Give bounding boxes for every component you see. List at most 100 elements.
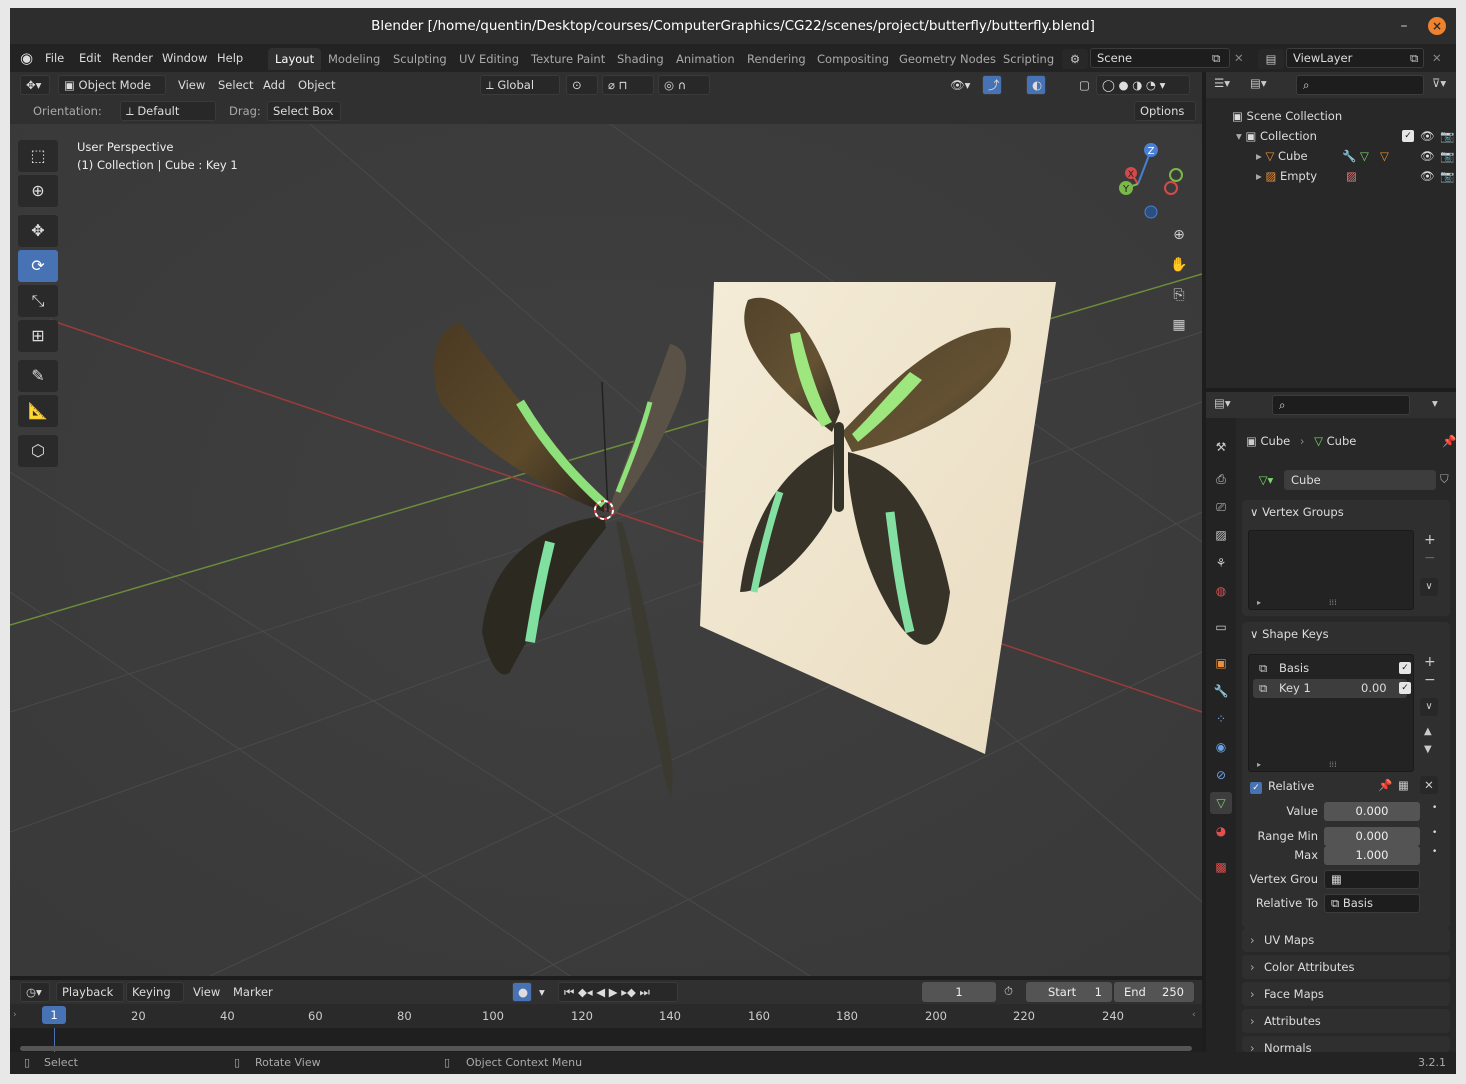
transform-orientation-dropdown[interactable]: ⟂ Global: [480, 75, 560, 95]
material-icon[interactable]: ▽: [1380, 146, 1389, 166]
material-tab-icon[interactable]: ◕: [1210, 820, 1232, 842]
playback-controls[interactable]: ⏮ ◆◂ ◀ ▶ ▸◆ ⏭: [558, 982, 678, 1002]
menu-add[interactable]: Add: [258, 75, 290, 95]
constraints-tab-icon[interactable]: ⊘: [1210, 764, 1232, 786]
scene-tab-icon[interactable]: ⚘: [1210, 552, 1232, 574]
normals-panel[interactable]: › Normals: [1242, 1036, 1450, 1055]
shape-list-resize-icon[interactable]: ⁞⁞⁞: [1329, 760, 1337, 769]
world-tab-icon[interactable]: ◍: [1210, 580, 1232, 602]
shading-modes[interactable]: ◯ ● ◑ ◔ ▾: [1096, 75, 1190, 95]
outliner-row-collection[interactable]: ▾ ▣ Collection ✓ 👁 📷: [1206, 126, 1456, 146]
vertex-group-specials-icon[interactable]: ∨: [1420, 578, 1438, 596]
outliner-row-empty[interactable]: ▸ ▨ Empty ▨ 👁 📷: [1206, 166, 1456, 186]
navigation-gizmo[interactable]: Z X Y: [1116, 140, 1186, 220]
edit-mode-icon[interactable]: ▦: [1398, 778, 1409, 792]
mode-dropdown[interactable]: ▣ Object Mode: [58, 75, 166, 95]
texture-tab-icon[interactable]: ▩: [1210, 856, 1232, 878]
overlay-toggle-icon[interactable]: ◐: [1026, 75, 1046, 95]
shape-list-expand-icon[interactable]: ▸: [1257, 760, 1261, 769]
viewlayer-selector-icon[interactable]: ▤: [1258, 49, 1284, 69]
scene-name-field[interactable]: Scene: [1090, 48, 1230, 68]
preview-range-icon[interactable]: ⏱: [1004, 984, 1013, 999]
playhead[interactable]: 1: [42, 1006, 66, 1024]
menu-help[interactable]: Help: [217, 51, 243, 65]
tab-shading[interactable]: Shading: [610, 48, 671, 70]
delete-scene-icon[interactable]: ✕: [1234, 51, 1244, 65]
timeline-track-area[interactable]: [10, 1028, 1202, 1052]
zoom-icon[interactable]: ⊕: [1166, 222, 1192, 248]
add-shape-key-icon[interactable]: +: [1424, 654, 1436, 670]
mesh-browse-icon[interactable]: ▽▾: [1250, 470, 1282, 490]
collection-exclude-checkbox[interactable]: ✓: [1402, 130, 1414, 142]
keying-menu[interactable]: Keying: [126, 982, 184, 1002]
frame-ruler[interactable]: › 1 20 40 60 80 100 120 140 160 180 200 …: [10, 1004, 1202, 1028]
start-frame-field[interactable]: Start 1: [1026, 982, 1112, 1002]
shape-key-key1[interactable]: ⧉ Key 1 0.00 ✓: [1253, 679, 1411, 698]
value-keyframe-icon[interactable]: •: [1432, 803, 1437, 813]
auto-keying-icon[interactable]: ●: [512, 982, 532, 1002]
shape-keys-list[interactable]: ⧉ Basis ✓ ⧉ Key 1 0.00 ✓ ▸ ⁞⁞⁞: [1248, 654, 1414, 772]
max-keyframe-icon[interactable]: •: [1432, 847, 1437, 857]
menu-file[interactable]: File: [45, 51, 64, 65]
timeline-editor-icon[interactable]: ◷▾: [20, 982, 50, 1002]
properties-options-icon[interactable]: ▾: [1432, 396, 1438, 410]
menu-view[interactable]: View: [173, 75, 210, 95]
viewlayer-name-field[interactable]: ViewLayer: [1286, 48, 1424, 68]
playback-menu[interactable]: Playback: [56, 982, 124, 1002]
properties-search-icon[interactable]: ⌕: [1272, 395, 1410, 415]
gizmo-toggle-icon[interactable]: ⤴: [982, 75, 1002, 95]
camera-view-icon[interactable]: ⎘: [1166, 282, 1192, 308]
timeline-scrollbar[interactable]: [20, 1046, 1192, 1051]
ruler-right-arrow-icon[interactable]: ‹: [1192, 1010, 1196, 1020]
move-down-icon[interactable]: ▼: [1424, 744, 1432, 755]
shape-keys-header[interactable]: ∨ Shape Keys: [1250, 622, 1329, 646]
new-scene-icon[interactable]: ⧉: [1212, 51, 1220, 66]
collection-render-icon[interactable]: 📷: [1440, 126, 1454, 146]
modifier-icon[interactable]: 🔧: [1342, 146, 1356, 166]
tab-sculpting[interactable]: Sculpting: [386, 48, 454, 70]
empty-render-icon[interactable]: 📷: [1440, 166, 1454, 186]
pin-icon[interactable]: 📌: [1442, 434, 1456, 448]
attributes-panel[interactable]: › Attributes: [1242, 1009, 1450, 1033]
mesh-name-field[interactable]: Cube: [1284, 470, 1436, 490]
add-cube-tool-icon[interactable]: ⬡: [18, 435, 58, 467]
editor-type-icon[interactable]: ✥▾: [20, 75, 50, 95]
orientation-dropdown[interactable]: ⟂ Default: [120, 101, 216, 121]
snap-icon[interactable]: ⌀ ⊓: [602, 75, 654, 95]
menu-edit[interactable]: Edit: [79, 51, 101, 65]
max-field[interactable]: 1.000: [1324, 846, 1420, 865]
shape-key-basis[interactable]: ⧉ Basis ✓: [1253, 659, 1411, 678]
scene-selector-icon[interactable]: ⚙: [1062, 49, 1088, 69]
menu-render[interactable]: Render: [112, 51, 153, 65]
fake-user-icon[interactable]: ⛉: [1440, 472, 1449, 487]
annotate-tool-icon[interactable]: ✎: [18, 360, 58, 392]
marker-menu[interactable]: Marker: [228, 982, 278, 1002]
current-frame-field[interactable]: 1: [922, 982, 996, 1002]
pivot-point-icon[interactable]: ⊙: [566, 75, 598, 95]
outliner-search-icon[interactable]: ⌕: [1296, 75, 1424, 95]
move-tool-icon[interactable]: ✥: [18, 215, 58, 247]
range-min-field[interactable]: 0.000: [1324, 827, 1420, 846]
particles-tab-icon[interactable]: ⁘: [1210, 708, 1232, 730]
outliner-row-cube[interactable]: ▸ ▽ Cube 🔧 ▽ ▽ 👁 📷: [1206, 146, 1456, 166]
display-mode-icon[interactable]: ▤▾: [1250, 76, 1267, 90]
shape-key-pin-icon[interactable]: 📌: [1378, 778, 1392, 792]
select-box-tool-icon[interactable]: ⬚: [18, 140, 58, 172]
object-tab-icon[interactable]: ▣: [1210, 652, 1232, 674]
close-icon[interactable]: ×: [1428, 17, 1446, 35]
range-min-keyframe-icon[interactable]: •: [1432, 828, 1437, 838]
proportional-edit-icon[interactable]: ◎ ∩: [658, 75, 710, 95]
face-maps-panel[interactable]: › Face Maps: [1242, 982, 1450, 1006]
tab-layout[interactable]: Layout: [268, 48, 322, 70]
tab-uv-editing[interactable]: UV Editing: [452, 48, 526, 70]
outliner-row-scene-collection[interactable]: ▣ Scene Collection: [1206, 106, 1456, 126]
shape-key-basis-mute-checkbox[interactable]: ✓: [1399, 662, 1411, 674]
remove-vertex-group-icon[interactable]: −: [1424, 550, 1436, 566]
scale-tool-icon[interactable]: ⤡: [18, 285, 58, 317]
list-expand-icon[interactable]: ▸: [1257, 598, 1261, 607]
mesh-data-icon[interactable]: ▽: [1360, 146, 1369, 166]
pan-hand-icon[interactable]: ✋: [1166, 252, 1192, 278]
tab-geometry-nodes[interactable]: Geometry Nodes: [892, 48, 1003, 70]
tab-animation[interactable]: Animation: [669, 48, 742, 70]
shape-key-specials-icon[interactable]: ∨: [1420, 698, 1438, 716]
